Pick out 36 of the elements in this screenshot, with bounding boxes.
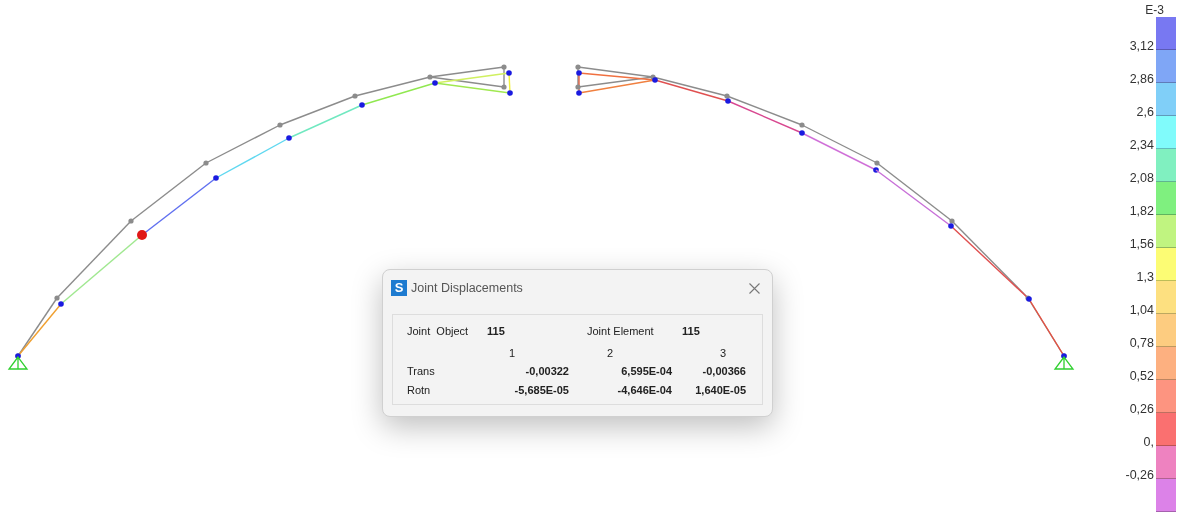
- scale-label: -0,26: [1125, 468, 1154, 482]
- table-cell-text: -0,00322: [524, 364, 570, 379]
- close-icon[interactable]: [749, 282, 760, 294]
- field-label: Joint Object: [407, 324, 470, 339]
- selected-joint-marker: [137, 230, 147, 240]
- dialog-title: Joint Displacements: [411, 279, 523, 297]
- scale-label: 1,82: [1129, 204, 1154, 218]
- scale-label: 0,78: [1129, 336, 1154, 350]
- support-icon: [1053, 356, 1074, 370]
- scale-label: 2,08: [1129, 171, 1154, 185]
- column-header: 3: [719, 345, 728, 361]
- field-value: 115: [682, 324, 701, 339]
- scale-label: 3,12: [1129, 39, 1154, 53]
- scale-label: 0,52: [1129, 369, 1154, 383]
- table-cell-text: 6,595E-04: [620, 364, 673, 379]
- scale-label: 0,: [1143, 435, 1154, 449]
- column-header: 2: [606, 345, 615, 361]
- scale-label: 2,34: [1129, 138, 1154, 152]
- table-cell-text: -4,646E-04: [616, 382, 673, 398]
- table-cell-text: 1,640E-05: [694, 382, 747, 398]
- scale-label: 1,04: [1129, 303, 1154, 317]
- table-cell-text: -5,685E-05: [513, 382, 570, 398]
- scale-label: 2,6: [1136, 105, 1154, 119]
- app-icon: S: [391, 280, 407, 296]
- row-label: Trans: [407, 364, 436, 379]
- unit-label: E-3: [1145, 2, 1164, 19]
- field-label: Joint Element: [587, 324, 655, 339]
- scale-label: 1,56: [1129, 237, 1154, 251]
- scale-label: 1,3: [1136, 270, 1154, 284]
- column-header: 1: [508, 345, 517, 361]
- table-cell-text: -0,00366: [701, 364, 747, 379]
- scale-label: 0,26: [1129, 402, 1154, 416]
- row-label: Rotn: [407, 382, 432, 398]
- field-value: 115: [487, 324, 506, 339]
- scale-label: 2,86: [1129, 72, 1154, 86]
- support-icon: [7, 356, 28, 370]
